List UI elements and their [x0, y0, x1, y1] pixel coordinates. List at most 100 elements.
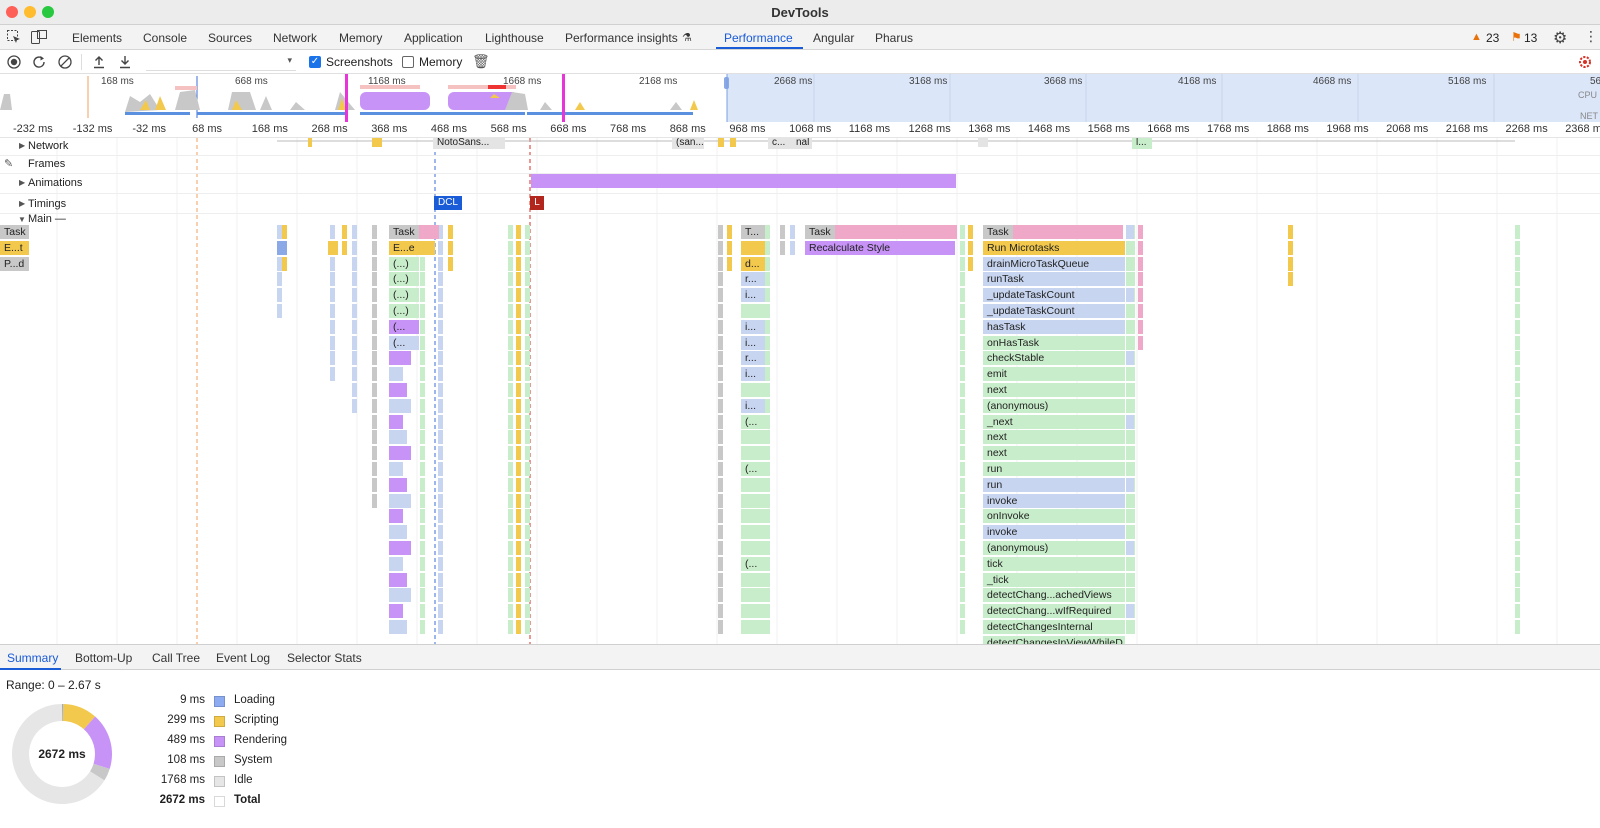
- flame-entry[interactable]: runTask: [983, 272, 1125, 287]
- network-request[interactable]: (san...: [672, 138, 704, 149]
- flame-entry[interactable]: [1126, 430, 1134, 445]
- flame-entry[interactable]: [419, 240, 435, 255]
- flame-entry[interactable]: [508, 256, 513, 271]
- dcl-marker[interactable]: DCL: [434, 196, 462, 210]
- flame-entry[interactable]: [968, 256, 973, 271]
- flame-entry[interactable]: (...): [389, 256, 419, 271]
- flame-entry[interactable]: [420, 446, 425, 461]
- flame-entry[interactable]: [718, 272, 723, 287]
- flame-entry[interactable]: [525, 525, 530, 540]
- flame-entry[interactable]: [330, 256, 335, 271]
- flame-entry[interactable]: [330, 272, 335, 287]
- flame-entry[interactable]: [420, 272, 425, 287]
- flame-entry[interactable]: i...: [741, 367, 765, 382]
- flame-entry[interactable]: [1515, 477, 1520, 492]
- flame-entry[interactable]: [372, 319, 377, 334]
- flame-entry[interactable]: [960, 572, 965, 587]
- flame-entry[interactable]: [508, 525, 513, 540]
- flame-entry[interactable]: [508, 335, 513, 350]
- flame-entry[interactable]: [438, 588, 443, 603]
- flame-entry[interactable]: [765, 383, 770, 397]
- flame-entry[interactable]: [525, 240, 530, 255]
- flame-entry[interactable]: _next: [983, 414, 1125, 429]
- flame-entry[interactable]: [1515, 509, 1520, 524]
- flame-entry[interactable]: [765, 509, 770, 524]
- flame-entry[interactable]: [516, 541, 521, 555]
- network-request[interactable]: c...: [768, 138, 792, 149]
- flame-entry[interactable]: [372, 462, 377, 476]
- flame-entry[interactable]: [718, 225, 723, 239]
- flame-entry[interactable]: [765, 493, 770, 508]
- flame-entry[interactable]: [516, 430, 521, 445]
- flame-entry[interactable]: [525, 272, 530, 287]
- flame-entry[interactable]: [516, 225, 521, 239]
- flame-entry[interactable]: [1126, 556, 1134, 571]
- flame-entry[interactable]: [352, 256, 357, 271]
- flame-entry[interactable]: run: [983, 462, 1125, 476]
- flame-entry[interactable]: [525, 288, 530, 303]
- flame-entry[interactable]: [277, 304, 282, 318]
- flame-entry[interactable]: [438, 414, 443, 429]
- flame-entry[interactable]: [525, 477, 530, 492]
- flame-entry[interactable]: checkStable: [983, 351, 1125, 366]
- flame-entry[interactable]: [282, 256, 287, 271]
- flame-entry[interactable]: [718, 256, 723, 271]
- bottom-tab-selector-stats[interactable]: Selector Stats: [287, 651, 362, 665]
- flame-entry[interactable]: [516, 414, 521, 429]
- flame-entry[interactable]: [420, 462, 425, 476]
- flame-entry[interactable]: [508, 319, 513, 334]
- flame-entry[interactable]: [765, 588, 770, 603]
- network-request[interactable]: [308, 138, 312, 147]
- flame-entry[interactable]: [508, 367, 513, 382]
- flame-entry[interactable]: [516, 319, 521, 334]
- flame-entry[interactable]: [718, 556, 723, 571]
- flame-entry[interactable]: [352, 335, 357, 350]
- flame-entry[interactable]: [516, 604, 521, 619]
- flame-entry[interactable]: [438, 462, 443, 476]
- flame-entry[interactable]: [372, 398, 377, 413]
- flame-entry[interactable]: detectChang...achedViews: [983, 588, 1125, 603]
- flame-entry[interactable]: [765, 541, 770, 555]
- flame-entry[interactable]: [508, 240, 513, 255]
- flame-entry[interactable]: [718, 462, 723, 476]
- issues-flag-icon[interactable]: ⚑: [1511, 30, 1522, 44]
- flame-entry[interactable]: E...t: [0, 240, 29, 255]
- flame-entry[interactable]: [438, 446, 443, 461]
- flame-entry[interactable]: [389, 462, 403, 476]
- flame-entry[interactable]: [960, 272, 965, 287]
- flame-entry[interactable]: [765, 525, 770, 540]
- network-request[interactable]: nal: [792, 138, 812, 149]
- flame-entry[interactable]: [372, 288, 377, 303]
- flame-entry[interactable]: [372, 430, 377, 445]
- flame-entry[interactable]: next: [983, 430, 1125, 445]
- flame-entry[interactable]: [438, 398, 443, 413]
- flame-entry[interactable]: [1288, 225, 1293, 239]
- flame-entry[interactable]: [352, 225, 357, 239]
- tab-console[interactable]: Console: [143, 31, 187, 45]
- flame-entry[interactable]: detectChangesInViewWhileD...: [983, 635, 1125, 644]
- flame-entry[interactable]: [741, 509, 765, 524]
- flame-entry[interactable]: [1515, 240, 1520, 255]
- flame-entry[interactable]: [389, 383, 407, 397]
- flame-entry[interactable]: [508, 462, 513, 476]
- flame-entry[interactable]: [508, 541, 513, 555]
- flame-entry[interactable]: next: [983, 446, 1125, 461]
- flame-entry[interactable]: [1515, 304, 1520, 318]
- flame-entry[interactable]: [960, 256, 965, 271]
- flame-entry[interactable]: [389, 572, 407, 587]
- flame-entry[interactable]: [968, 240, 973, 255]
- flame-entry[interactable]: [960, 398, 965, 413]
- flame-entry[interactable]: emit: [983, 367, 1125, 382]
- flame-entry[interactable]: [420, 525, 425, 540]
- animations-track[interactable]: ▶ Animations: [0, 174, 1600, 194]
- flame-entry[interactable]: (...): [389, 272, 419, 287]
- flame-entry[interactable]: [1138, 272, 1143, 287]
- tab-memory[interactable]: Memory: [339, 31, 382, 45]
- flame-entry[interactable]: [438, 272, 443, 287]
- flame-entry[interactable]: [960, 319, 965, 334]
- save-profile-icon[interactable]: [117, 54, 133, 70]
- flame-entry[interactable]: [718, 367, 723, 382]
- flame-entry[interactable]: Recalculate Style: [805, 240, 955, 255]
- flame-entry[interactable]: [438, 556, 443, 571]
- flame-entry[interactable]: r...: [741, 351, 765, 366]
